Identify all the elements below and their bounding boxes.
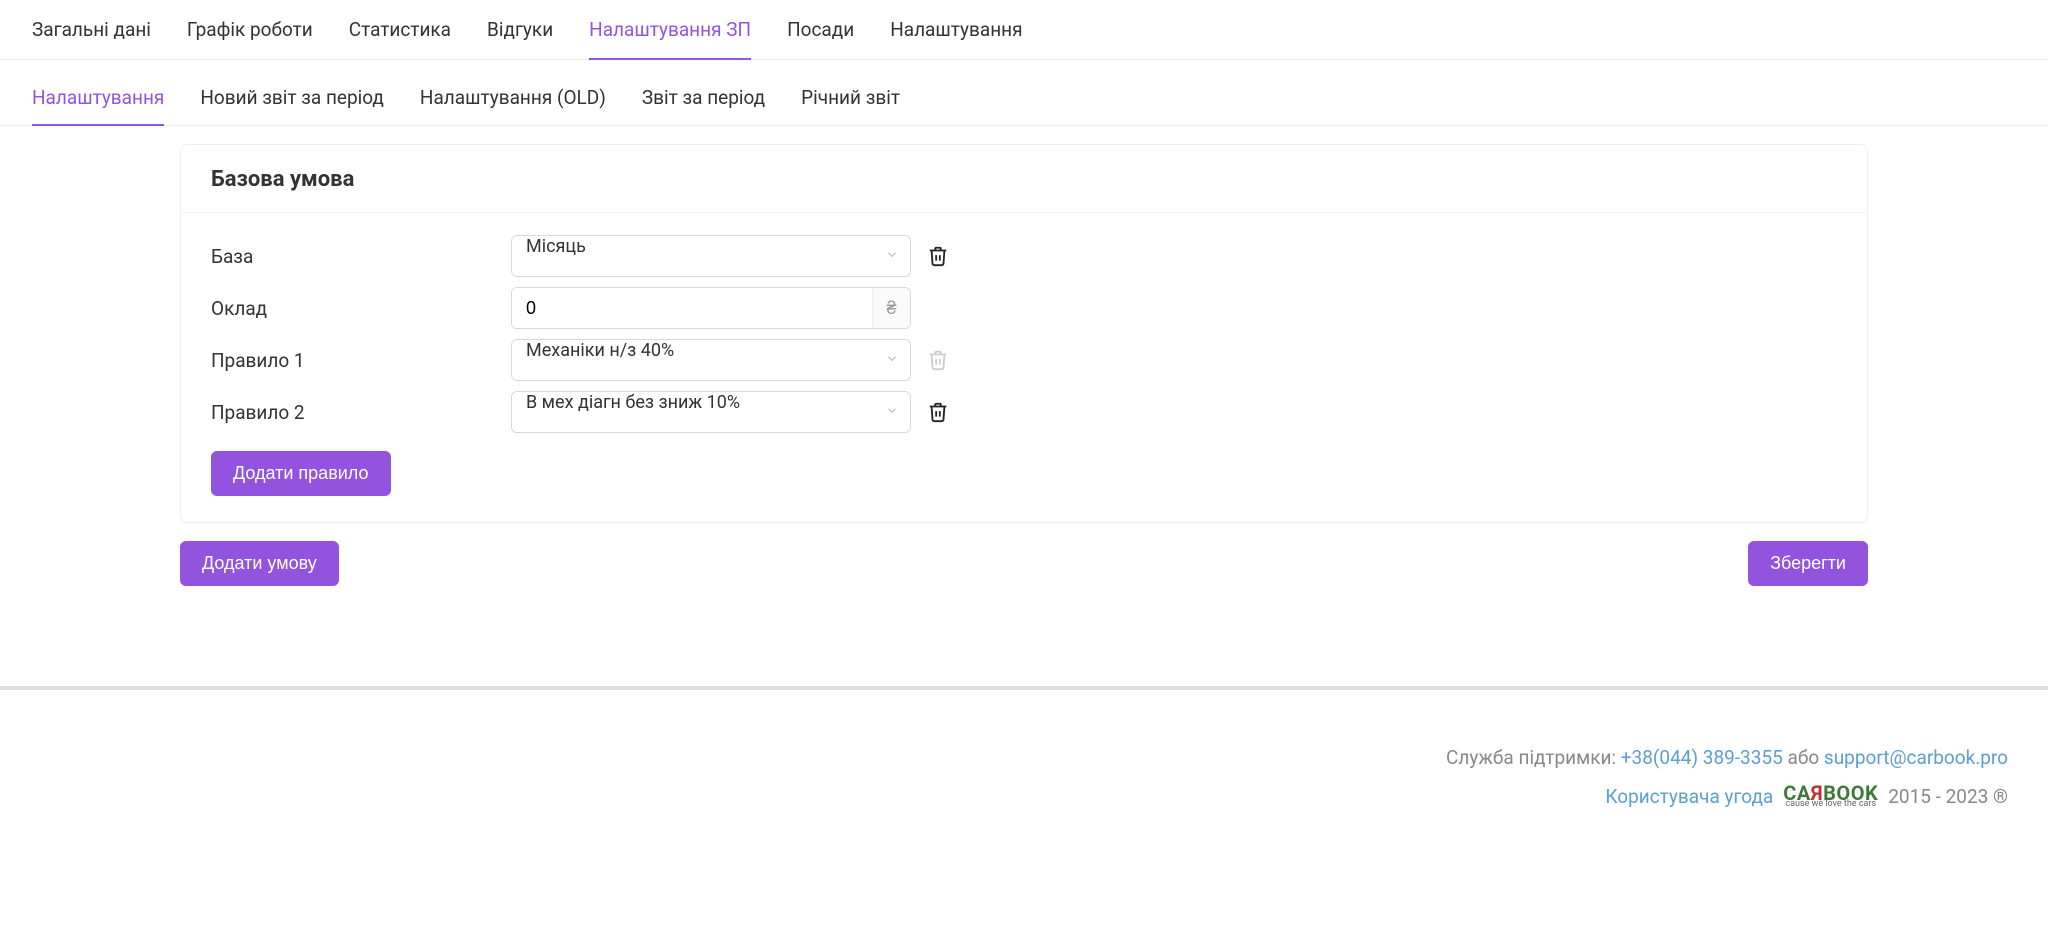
tab-0[interactable]: Загальні дані: [32, 12, 151, 59]
select-base[interactable]: Місяць: [511, 235, 911, 277]
tab-4[interactable]: Налаштування ЗП: [589, 12, 751, 59]
select-base-wrap: Місяць: [511, 235, 911, 277]
footer-line-2: Користувача угода CAЯBOOK cause we love …: [40, 783, 2008, 809]
card-title: Базова умова: [181, 145, 1867, 213]
support-phone-link[interactable]: +38(044) 389-3355: [1621, 746, 1783, 769]
salary-input[interactable]: [512, 288, 872, 328]
row-rule-1: Правило 1 Механіки н/з 40%: [211, 339, 1837, 381]
currency-suffix: ₴: [872, 288, 910, 328]
salary-condition-card: Базова умова База Місяць Оклад: [180, 144, 1868, 523]
carbook-logo-sub: cause we love the cars: [1783, 800, 1878, 809]
subtab-1[interactable]: Новий звіт за період: [200, 82, 384, 125]
delete-rule-2-icon[interactable]: [925, 399, 951, 425]
label-rule-2: Правило 2: [211, 401, 511, 424]
tab-6[interactable]: Налаштування: [890, 12, 1022, 59]
tab-5[interactable]: Посади: [787, 12, 854, 59]
support-label: Служба підтримки:: [1446, 746, 1621, 769]
subtab-0[interactable]: Налаштування: [32, 82, 164, 125]
row-base: База Місяць: [211, 235, 1837, 277]
page-content: Базова умова База Місяць Оклад: [0, 126, 2048, 626]
select-rule-1[interactable]: Механіки н/з 40%: [511, 339, 911, 381]
row-salary: Оклад ₴: [211, 287, 1837, 329]
add-condition-button[interactable]: Додати умову: [180, 541, 339, 586]
subtab-2[interactable]: Налаштування (OLD): [420, 82, 606, 125]
main-tabs: Загальні дані Графік роботи Статистика Відг…: [0, 0, 2048, 60]
page-actions: Додати умову Зберегти: [180, 541, 1868, 586]
delete-base-icon[interactable]: [925, 243, 951, 269]
add-rule-button[interactable]: Додати правило: [211, 451, 391, 496]
footer-support-line: Служба підтримки: +38(044) 389-3355 або …: [40, 746, 2008, 769]
save-button[interactable]: Зберегти: [1748, 541, 1868, 586]
label-salary: Оклад: [211, 297, 511, 320]
footer: Служба підтримки: +38(044) 389-3355 або …: [0, 690, 2048, 839]
label-base: База: [211, 245, 511, 268]
select-rule-2[interactable]: В мех діагн без зниж 10%: [511, 391, 911, 433]
tab-1[interactable]: Графік роботи: [187, 12, 313, 59]
row-rule-2: Правило 2 В мех діагн без зниж 10%: [211, 391, 1837, 433]
support-email-link[interactable]: support@carbook.pro: [1824, 746, 2008, 769]
label-rule-1: Правило 1: [211, 349, 511, 372]
select-rule-1-wrap: Механіки н/з 40%: [511, 339, 911, 381]
tab-2[interactable]: Статистика: [349, 12, 451, 59]
sub-tabs: Налаштування Новий звіт за період Налаштув…: [0, 60, 2048, 126]
card-body: База Місяць Оклад ₴: [181, 213, 1867, 522]
salary-input-wrap: ₴: [511, 287, 911, 329]
select-rule-2-wrap: В мех діагн без зниж 10%: [511, 391, 911, 433]
copyright: 2015 - 2023 ®: [1888, 785, 2008, 808]
support-or: або: [1788, 746, 1824, 769]
delete-rule-1-icon: [925, 347, 951, 373]
carbook-logo: CAЯBOOK cause we love the cars: [1783, 783, 1878, 809]
tab-3[interactable]: Відгуки: [487, 12, 553, 59]
subtab-3[interactable]: Звіт за період: [642, 82, 765, 125]
subtab-4[interactable]: Річний звіт: [801, 82, 900, 125]
user-agreement-link[interactable]: Користувача угода: [1605, 785, 1773, 808]
